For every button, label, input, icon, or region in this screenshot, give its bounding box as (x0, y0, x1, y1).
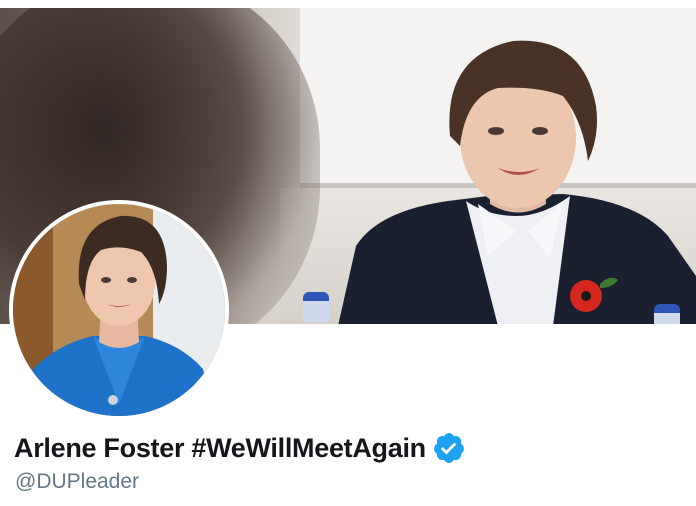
profile-header: Arlene Foster #WeWillMeetAgain @DUPleade… (0, 0, 696, 506)
profile-name-row: Arlene Foster #WeWillMeetAgain (14, 428, 466, 468)
profile-handle: @DUPleader (15, 470, 140, 493)
water-bottle (654, 304, 680, 324)
banner-person-figure (338, 40, 696, 324)
avatar-photo (13, 204, 225, 416)
profile-avatar[interactable] (9, 200, 229, 420)
water-bottle (303, 292, 329, 322)
display-name: Arlene Foster #WeWillMeetAgain (14, 432, 426, 463)
verified-badge-icon (433, 433, 464, 463)
